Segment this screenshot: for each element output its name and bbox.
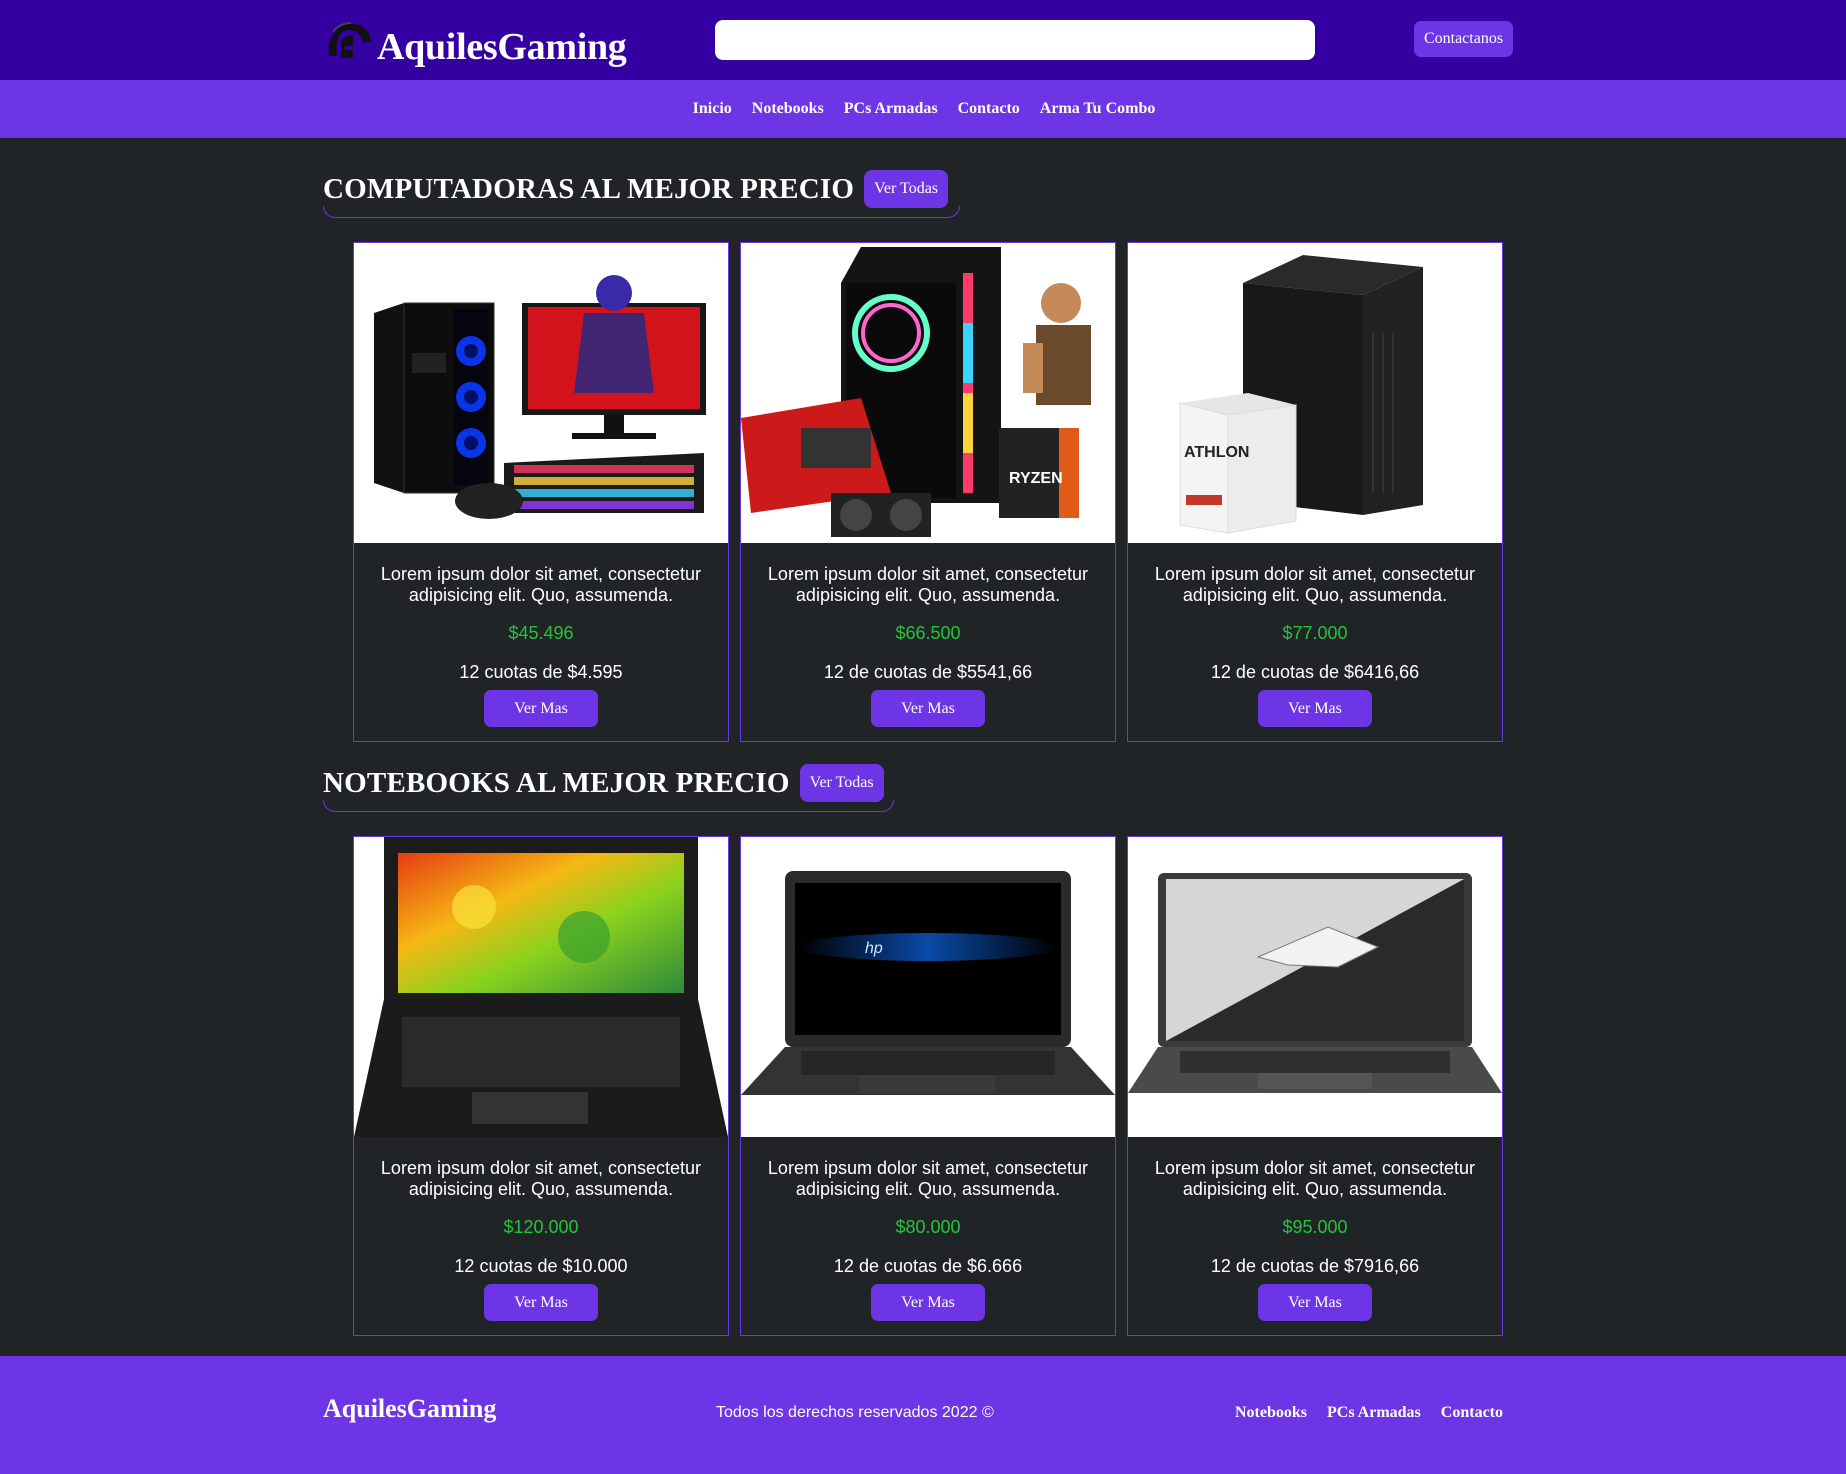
- product-description: Lorem ipsum dolor sit amet, consectetur …: [1154, 564, 1476, 605]
- product-price: $66.500: [895, 623, 961, 643]
- product-installments: 12 de cuotas de $7916,66: [1210, 1256, 1420, 1276]
- nav-item-pcs-armadas[interactable]: PCs Armadas: [844, 100, 938, 118]
- brand[interactable]: AquilesGaming: [323, 12, 627, 72]
- footer-link-pcs-armadas[interactable]: PCs Armadas: [1327, 1404, 1421, 1422]
- footer-link-contacto[interactable]: Contacto: [1441, 1404, 1503, 1422]
- product-description: Lorem ipsum dolor sit amet, consectetur …: [1154, 1158, 1476, 1199]
- product-card: Lorem ipsum dolor sit amet, consectetur …: [353, 242, 729, 742]
- product-installments: 12 de cuotas de $6.666: [833, 1256, 1023, 1276]
- athlon-office-pc-image: ATHLON: [1128, 243, 1502, 543]
- see-more-button[interactable]: Ver Mas: [1258, 1284, 1372, 1321]
- product-price: $80.000: [895, 1217, 961, 1237]
- section-title: NOTEBOOKS AL MEJOR PRECIO: [323, 766, 790, 799]
- product-description: Lorem ipsum dolor sit amet, consectetur …: [767, 564, 1089, 605]
- hp-notebook-image: hp: [741, 837, 1115, 1137]
- top-header: AquilesGaming Contactanos: [0, 0, 1846, 80]
- rog-notebook-image: [1128, 837, 1502, 1137]
- product-installments: 12 cuotas de $10.000: [454, 1256, 628, 1276]
- helmet-logo-icon: [323, 16, 375, 68]
- see-more-button[interactable]: Ver Mas: [484, 690, 598, 727]
- see-all-notebooks-button[interactable]: Ver Todas: [799, 764, 884, 802]
- section-underline: [323, 206, 960, 218]
- see-more-button[interactable]: Ver Mas: [1258, 690, 1372, 727]
- product-description: Lorem ipsum dolor sit amet, consectetur …: [767, 1158, 1089, 1199]
- product-card: Lorem ipsum dolor sit amet, consectetur …: [353, 836, 729, 1336]
- section-underline: [323, 800, 894, 812]
- nav-item-notebooks[interactable]: Notebooks: [752, 100, 824, 118]
- footer-links: Notebooks PCs Armadas Contacto: [1215, 1404, 1503, 1422]
- product-installments: 12 de cuotas de $5541,66: [823, 662, 1033, 682]
- contact-button[interactable]: Contactanos: [1414, 21, 1513, 57]
- see-all-computers-button[interactable]: Ver Todas: [864, 170, 949, 208]
- product-description: Lorem ipsum dolor sit amet, consectetur …: [380, 564, 702, 605]
- section-header-computadoras: COMPUTADORAS AL MEJOR PRECIO Ver Todas: [323, 170, 949, 208]
- product-description: Lorem ipsum dolor sit amet, consectetur …: [380, 1158, 702, 1199]
- product-price: $95.000: [1282, 1217, 1348, 1237]
- product-card: RYZEN Lorem ipsum dolor sit amet, consec…: [740, 242, 1116, 742]
- section-header-notebooks: NOTEBOOKS AL MEJOR PRECIO Ver Todas: [323, 764, 884, 802]
- search-input[interactable]: [715, 20, 1315, 60]
- product-price: $120.000: [503, 1217, 579, 1237]
- brand-name: AquilesGaming: [377, 26, 627, 68]
- nav-item-arma-tu-combo[interactable]: Arma Tu Combo: [1040, 100, 1156, 118]
- svg-text:hp: hp: [865, 940, 883, 957]
- lenovo-notebook-image: [354, 837, 728, 1137]
- see-more-button[interactable]: Ver Mas: [484, 1284, 598, 1321]
- product-card: Lorem ipsum dolor sit amet, consectetur …: [1127, 836, 1503, 1336]
- svg-text:RYZEN: RYZEN: [1009, 470, 1063, 487]
- see-more-button[interactable]: Ver Mas: [871, 690, 985, 727]
- main-nav: Inicio Notebooks PCs Armadas Contacto Ar…: [0, 80, 1846, 138]
- nav-item-contacto[interactable]: Contacto: [958, 100, 1020, 118]
- nav-item-inicio[interactable]: Inicio: [693, 100, 732, 118]
- product-installments: 12 cuotas de $4.595: [459, 662, 623, 682]
- footer: AquilesGaming Todos los derechos reserva…: [0, 1356, 1846, 1474]
- gaming-pc-bundle-image: [354, 243, 728, 543]
- product-price: $77.000: [1282, 623, 1348, 643]
- product-installments: 12 de cuotas de $6416,66: [1210, 662, 1420, 682]
- footer-copyright: Todos los derechos reservados 2022 ©: [716, 1404, 994, 1421]
- product-card: ATHLON Lorem ipsum dolor sit amet, conse…: [1127, 242, 1503, 742]
- svg-text:ATHLON: ATHLON: [1184, 444, 1249, 461]
- product-price: $45.496: [508, 623, 574, 643]
- footer-brand[interactable]: AquilesGaming: [323, 1394, 496, 1424]
- footer-link-notebooks[interactable]: Notebooks: [1235, 1404, 1307, 1422]
- ryzen-radeon-pc-image: RYZEN: [741, 243, 1115, 543]
- see-more-button[interactable]: Ver Mas: [871, 1284, 985, 1321]
- section-title: COMPUTADORAS AL MEJOR PRECIO: [323, 172, 855, 205]
- product-card: hp Lorem ipsum dolor sit amet, consectet…: [740, 836, 1116, 1336]
